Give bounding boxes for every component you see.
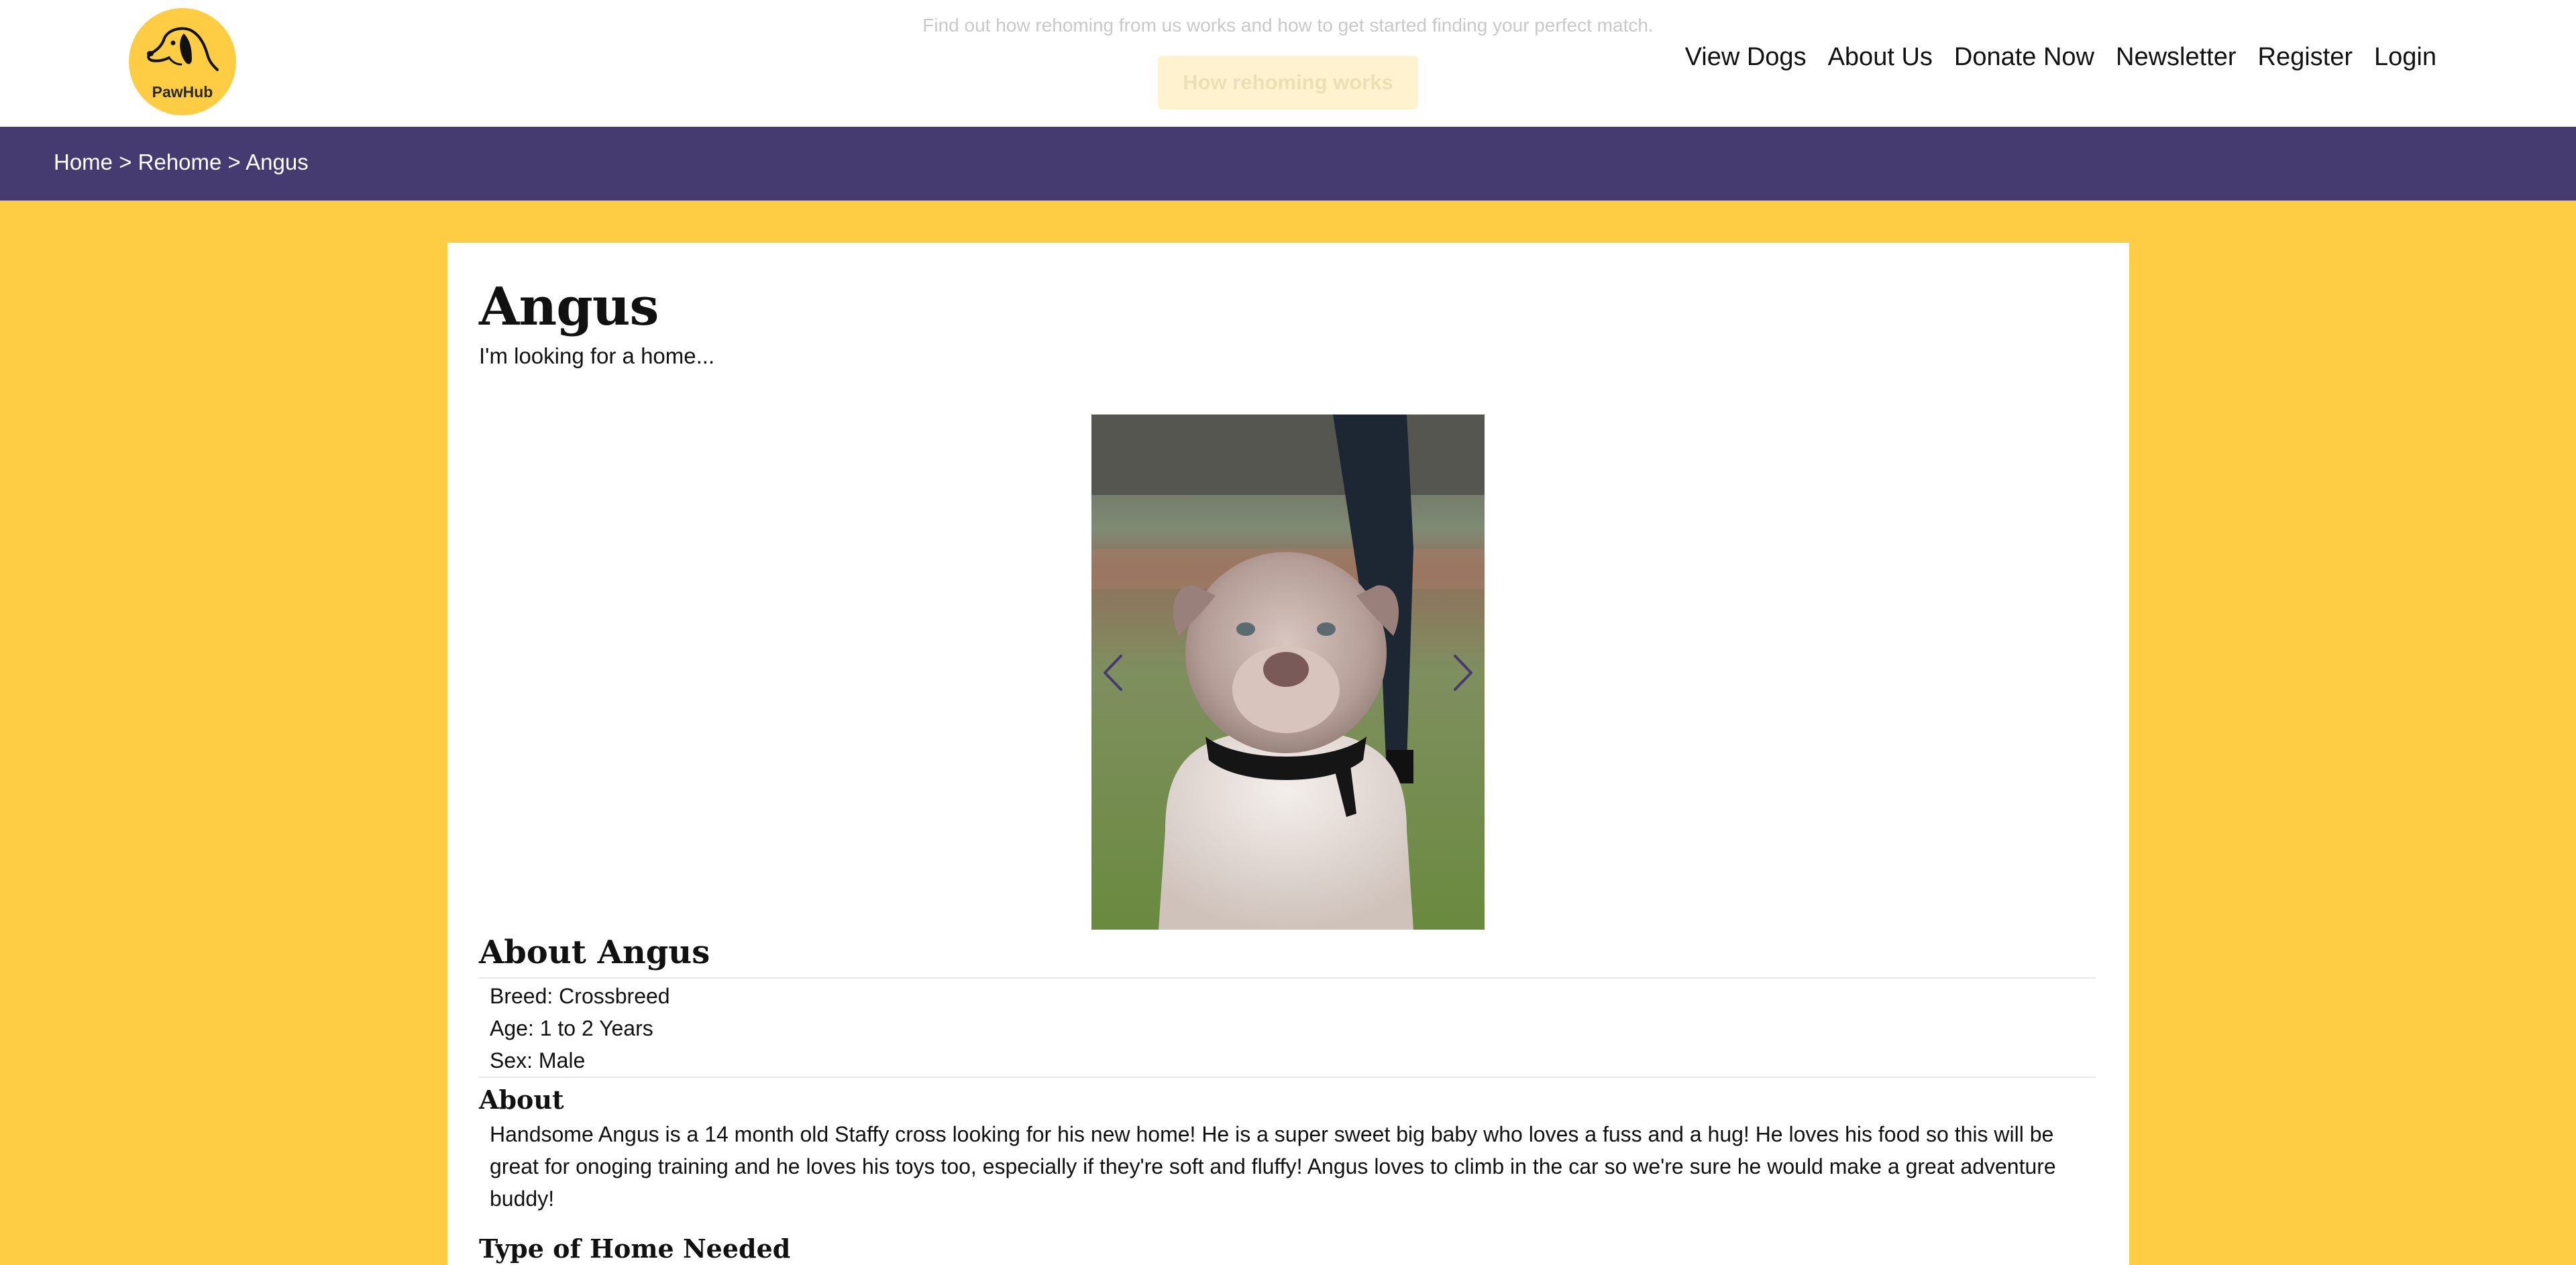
breadcrumb: Home > Rehome > Angus [54,150,309,175]
fact-sex: Sex: Male [490,1048,586,1072]
carousel-next-button[interactable] [1446,649,1481,696]
site-header: PawHub Find out how rehoming from us wor… [0,0,2576,127]
about-heading: About [479,1085,564,1115]
breadcrumb-separator: > [221,150,246,174]
breadcrumb-separator: > [113,150,138,174]
dog-profile-card: Angus I'm looking for a home... About An… [447,243,2129,1265]
divider [479,1077,2096,1078]
fact-breed: Breed: Crossbreed [490,984,670,1008]
dog-photo-carousel[interactable] [1091,415,1485,930]
chevron-right-icon [1454,655,1472,691]
hero-subtitle: Find out how rehoming from us works and … [922,15,1654,36]
nav-register[interactable]: Register [2258,43,2353,72]
pawhub-logo[interactable]: PawHub [129,8,236,115]
chevron-left-icon [1104,655,1122,691]
nav-about-us[interactable]: About Us [1828,43,1933,72]
breadcrumb-rehome[interactable]: Rehome [138,150,222,174]
carousel-prev-button[interactable] [1095,649,1130,696]
dog-photo [1091,415,1485,930]
divider [479,977,2096,979]
breadcrumb-home[interactable]: Home [54,150,113,174]
dog-logo-icon [147,27,219,71]
how-rehoming-works-button[interactable]: How rehoming works [1158,56,1418,109]
main-nav: View Dogs About Us Donate Now Newsletter… [1685,43,2436,72]
nav-login[interactable]: Login [2374,43,2436,72]
nav-donate-now[interactable]: Donate Now [1954,43,2094,72]
page-title: Angus [479,276,659,337]
breadcrumb-current: Angus [246,150,309,174]
about-dog-heading: About Angus [479,934,710,971]
nav-view-dogs[interactable]: View Dogs [1685,43,1807,72]
brand-name: PawHub [152,83,213,101]
home-needed-heading: Type of Home Needed [479,1233,791,1264]
fact-age: Age: 1 to 2 Years [490,1016,653,1040]
breadcrumb-bar: Home > Rehome > Angus [0,127,2576,201]
dog-description: Handsome Angus is a 14 month old Staffy … [490,1122,2056,1211]
dog-tagline: I'm looking for a home... [479,343,715,368]
nav-newsletter[interactable]: Newsletter [2116,43,2237,72]
